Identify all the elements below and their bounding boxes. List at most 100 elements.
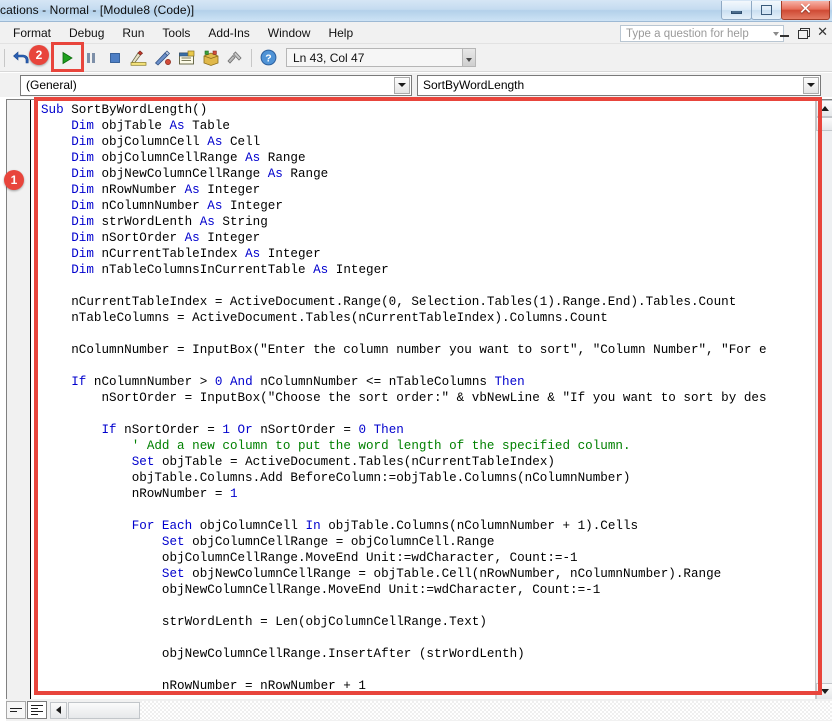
code-line: Dim nColumnNumber As Integer: [71, 199, 283, 213]
code-line: Set objTable = ActiveDocument.Tables(nCu…: [131, 455, 555, 469]
chevron-down-icon: [820, 689, 829, 694]
doc-restore-icon[interactable]: [798, 27, 811, 39]
horizontal-scroll-thumb[interactable]: [68, 701, 140, 719]
scroll-down-button[interactable]: [816, 683, 832, 700]
standard-toolbar: ? Ln 43, Col 47: [0, 44, 832, 72]
help-search-placeholder: Type a question for help: [626, 27, 749, 40]
scroll-left-button[interactable]: [50, 701, 67, 719]
design-mode-icon: [130, 50, 147, 66]
code-line: objColumnCellRange.MoveEnd Unit:=wdChara…: [41, 551, 578, 565]
help-button[interactable]: ?: [256, 46, 280, 70]
code-line: nSortOrder = InputBox("Choose the sort o…: [41, 391, 767, 405]
menu-item-run[interactable]: Run: [113, 24, 153, 42]
code-pane-bottom-bar: [6, 699, 832, 721]
object-browser-button[interactable]: [199, 46, 223, 70]
cursor-position-value: Ln 43, Col 47: [293, 50, 365, 65]
code-line: nRowNumber = nRowNumber + 1: [41, 679, 366, 693]
undo-icon: [13, 50, 29, 63]
vba-editor-window: cations - Normal - [Module8 (Code)] ✕ Fo…: [0, 0, 832, 721]
code-line: Sub SortByWordLength(): [41, 103, 208, 117]
menu-item-debug[interactable]: Debug: [60, 24, 113, 42]
code-line: objNewColumnCellRange.InsertAfter (strWo…: [41, 647, 525, 661]
code-line: Dim nCurrentTableIndex As Integer: [71, 247, 321, 261]
restore-button[interactable]: [751, 1, 782, 20]
procedure-combo-value: SortByWordLength: [423, 78, 525, 92]
chevron-down-icon[interactable]: [773, 31, 779, 36]
toolbar-separator-2: [251, 48, 252, 67]
cursor-position-field: Ln 43, Col 47: [286, 48, 476, 67]
code-line: Dim objColumnCellRange As Range: [71, 151, 306, 165]
object-browser-icon: [203, 50, 219, 66]
menu-bar: Format Debug Run Tools Add-Ins Window He…: [0, 22, 832, 44]
toolbox-icon: [227, 50, 242, 64]
question-mark-icon: ?: [260, 49, 276, 66]
margin-indicator-bar[interactable]: [7, 100, 31, 700]
code-line: Dim strWordLenth As String: [71, 215, 268, 229]
procedure-view-button[interactable]: [6, 701, 26, 719]
code-editor[interactable]: Sub SortByWordLength() Dim objTable As T…: [32, 100, 808, 700]
procedure-view-icon: [10, 706, 22, 714]
code-line: Dim objNewColumnCellRange As Range: [71, 167, 329, 181]
toolbar-overflow-icon[interactable]: [462, 49, 475, 66]
code-line: Set objNewColumnCellRange = objTable.Cel…: [161, 567, 722, 581]
code-line: nColumnNumber = InputBox("Enter the colu…: [41, 343, 767, 357]
document-window-controls: ✕: [780, 25, 828, 39]
close-button[interactable]: ✕: [781, 1, 830, 20]
break-button[interactable]: [79, 46, 103, 70]
full-module-view-button[interactable]: [27, 701, 47, 719]
code-line: objTable.Columns.Add BeforeColumn:=objTa…: [41, 471, 631, 485]
object-combo-value: (General): [26, 78, 77, 92]
code-line: Dim nTableColumnsInCurrentTable As Integ…: [71, 263, 389, 277]
menu-item-help[interactable]: Help: [319, 24, 362, 42]
vertical-scroll-track[interactable]: [816, 117, 832, 683]
code-text[interactable]: Sub SortByWordLength() Dim objTable As T…: [41, 102, 767, 694]
code-line: Dim nSortOrder As Integer: [71, 231, 261, 245]
scroll-up-button[interactable]: [816, 100, 832, 117]
code-line: objNewColumnCellRange.MoveEnd Unit:=wdCh…: [41, 583, 601, 597]
menu-item-format[interactable]: Format: [4, 24, 60, 42]
code-vertical-scrollbar[interactable]: [815, 100, 832, 700]
window-controls: ✕: [721, 1, 830, 20]
code-line: Set objColumnCellRange = objColumnCell.R…: [161, 535, 495, 549]
close-icon: ✕: [798, 1, 813, 18]
vertical-scroll-thumb[interactable]: [816, 117, 832, 131]
restore-icon: [761, 5, 772, 15]
code-pane: Sub SortByWordLength() Dim objTable As T…: [6, 99, 832, 700]
procedure-combo[interactable]: SortByWordLength: [417, 74, 821, 96]
window-title: cations - Normal - [Module8 (Code)]: [0, 3, 195, 17]
object-combo-chevron-down-icon[interactable]: [394, 76, 410, 94]
menu-item-window[interactable]: Window: [259, 24, 320, 42]
menu-item-add-ins[interactable]: Add-Ins: [199, 24, 258, 42]
annotation-marker-2: 2: [29, 45, 49, 65]
code-line: Dim objTable As Table: [71, 119, 230, 133]
minimize-button[interactable]: [721, 1, 752, 20]
properties-window-button[interactable]: [175, 46, 199, 70]
help-search-input[interactable]: Type a question for help: [620, 25, 784, 42]
procedure-combo-chevron-down-icon[interactable]: [803, 76, 819, 94]
code-line: If nColumnNumber > 0 And nColumnNumber <…: [71, 375, 525, 389]
horizontal-scroll-track[interactable]: [140, 700, 832, 720]
reset-button[interactable]: [103, 46, 127, 70]
code-line: nCurrentTableIndex = ActiveDocument.Rang…: [41, 295, 737, 309]
code-line: Dim nRowNumber As Integer: [71, 183, 261, 197]
stop-square-icon: [110, 52, 120, 63]
object-combo[interactable]: (General): [20, 74, 412, 96]
project-explorer-button[interactable]: [151, 46, 175, 70]
svg-text:?: ?: [265, 52, 271, 64]
toolbox-button[interactable]: [223, 46, 247, 70]
code-line: If nSortOrder = 1 Or nSortOrder = 0 Then: [101, 423, 404, 437]
design-mode-button[interactable]: [127, 46, 151, 70]
title-bar: cations - Normal - [Module8 (Code)] ✕: [0, 0, 832, 22]
doc-close-icon[interactable]: ✕: [817, 25, 828, 38]
menu-item-tools[interactable]: Tools: [153, 24, 199, 42]
code-line: For Each objColumnCell In objTable.Colum…: [131, 519, 639, 533]
doc-minimize-icon[interactable]: [780, 34, 790, 37]
run-sub-userform-button[interactable]: [55, 46, 79, 70]
